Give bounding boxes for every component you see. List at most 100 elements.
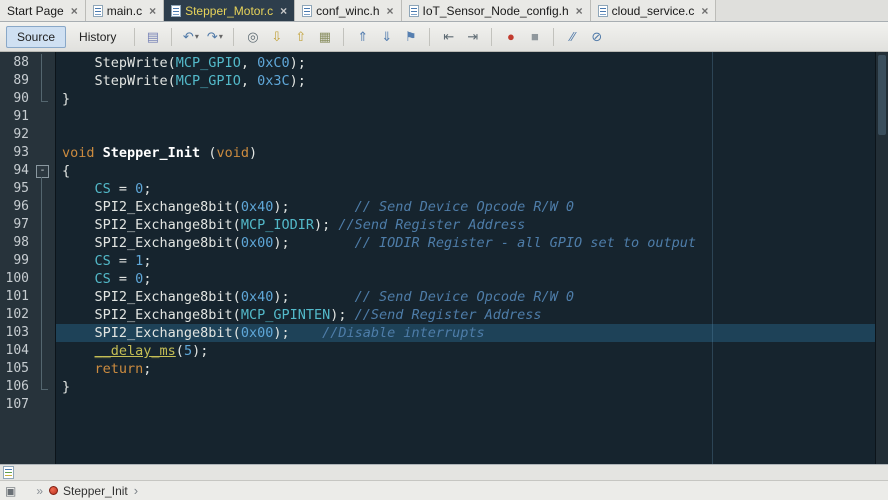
close-icon[interactable]: × (71, 5, 78, 17)
line-number[interactable]: 94 (0, 162, 34, 180)
line-number[interactable]: 102 (0, 306, 34, 324)
dropdown-arrow-icon[interactable]: ▾ (195, 32, 199, 41)
dropdown-arrow-icon[interactable]: ▾ (219, 32, 223, 41)
tab-cloud_service-c[interactable]: cloud_service.c × (591, 0, 717, 21)
uncomment-icon[interactable]: ⊘ (586, 26, 607, 47)
fold-line-icon (34, 234, 56, 252)
code-text: return; (56, 360, 875, 378)
code-line-95[interactable]: 95 CS = 0; (0, 180, 875, 198)
line-number[interactable]: 89 (0, 72, 34, 90)
breadcrumb-collapse-icon[interactable]: » (36, 484, 43, 498)
line-number[interactable]: 100 (0, 270, 34, 288)
code-line-98[interactable]: 98 SPI2_Exchange8bit(0x00); // IODIR Reg… (0, 234, 875, 252)
toolbar-separator (134, 28, 135, 46)
line-number[interactable]: 97 (0, 216, 34, 234)
code-line-88[interactable]: 88 StepWrite(MCP_GPIO, 0xC0); (0, 54, 875, 72)
close-icon[interactable]: × (280, 5, 287, 17)
line-number[interactable]: 91 (0, 108, 34, 126)
code-text: CS = 0; (56, 270, 875, 288)
code-line-93[interactable]: 93void Stepper_Init (void) (0, 144, 875, 162)
line-number[interactable]: 101 (0, 288, 34, 306)
horizontal-scrollbar[interactable] (0, 464, 888, 480)
toggle-bookmark-icon[interactable]: ⚑ (400, 26, 421, 47)
close-icon[interactable]: × (387, 5, 394, 17)
find-previous-occurrence-icon[interactable]: ⇧ (290, 26, 311, 47)
line-number[interactable]: 103 (0, 324, 34, 342)
scrollbar-thumb[interactable] (878, 55, 886, 135)
line-number[interactable]: 106 (0, 378, 34, 396)
shift-left-icon[interactable]: ⇤ (438, 26, 459, 47)
tab-iot_sensor_node_config-h[interactable]: IoT_Sensor_Node_config.h × (402, 0, 591, 21)
code-line-105[interactable]: 105 return; (0, 360, 875, 378)
code-line-96[interactable]: 96 SPI2_Exchange8bit(0x40); // Send Devi… (0, 198, 875, 216)
vertical-scrollbar[interactable] (875, 52, 888, 464)
tab-stepper_motor-c[interactable]: Stepper_Motor.c × (164, 0, 295, 21)
line-number[interactable]: 98 (0, 234, 34, 252)
breadcrumb-item[interactable]: Stepper_Init (49, 484, 128, 498)
code-line-104[interactable]: 104 __delay_ms(5); (0, 342, 875, 360)
find-selection-icon[interactable]: ◎ (242, 26, 263, 47)
stop-macro-recording-icon[interactable]: ■ (524, 26, 545, 47)
code-line-89[interactable]: 89 StepWrite(MCP_GPIO, 0x3C); (0, 72, 875, 90)
history-view-button[interactable]: History (68, 26, 127, 48)
code-text: __delay_ms(5); (56, 342, 875, 360)
code-line-94[interactable]: 94 { (0, 162, 875, 180)
line-number[interactable]: 95 (0, 180, 34, 198)
toggle-highlight-search-icon[interactable]: ▦ (314, 26, 335, 47)
source-view-button[interactable]: Source (6, 26, 66, 48)
fold-line-icon (34, 252, 56, 270)
code-line-102[interactable]: 102 SPI2_Exchange8bit(MCP_GPINTEN); //Se… (0, 306, 875, 324)
line-number[interactable]: 105 (0, 360, 34, 378)
code-line-99[interactable]: 99 CS = 1; (0, 252, 875, 270)
last-edit-location-icon[interactable]: ▤ (142, 26, 163, 47)
fold-box-icon[interactable] (34, 162, 56, 180)
tab-label: Stepper_Motor.c (185, 4, 273, 18)
close-icon[interactable]: × (576, 5, 583, 17)
code-text: { (56, 162, 875, 180)
start-macro-recording-icon[interactable]: ● (500, 26, 521, 47)
tab-label: IoT_Sensor_Node_config.h (423, 4, 569, 18)
code-line-101[interactable]: 101 SPI2_Exchange8bit(0x40); // Send Dev… (0, 288, 875, 306)
tab-start-page[interactable]: Start Page× (0, 0, 86, 21)
code-line-97[interactable]: 97 SPI2_Exchange8bit(MCP_IODIR); //Send … (0, 216, 875, 234)
line-number[interactable]: 88 (0, 54, 34, 72)
find-next-occurrence-icon[interactable]: ⇩ (266, 26, 287, 47)
code-text: SPI2_Exchange8bit(MCP_IODIR); //Send Reg… (56, 216, 875, 234)
code-line-107[interactable]: 107 (0, 396, 875, 414)
code-line-103[interactable]: 103 SPI2_Exchange8bit(0x00); //Disable i… (0, 324, 875, 342)
ide-window: Start Page×main.c×Stepper_Motor.c×conf_w… (0, 0, 888, 500)
code-line-106[interactable]: 106} (0, 378, 875, 396)
breadcrumb: ▣ » Stepper_Init › (0, 480, 888, 500)
tab-conf_winc-h[interactable]: conf_winc.h× (295, 0, 401, 21)
tab-label: cloud_service.c (612, 4, 695, 18)
code-line-91[interactable]: 91 (0, 108, 875, 126)
code-line-92[interactable]: 92 (0, 126, 875, 144)
previous-bookmark-icon[interactable]: ⇑ (352, 26, 373, 47)
next-bookmark-icon[interactable]: ⇓ (376, 26, 397, 47)
line-number[interactable]: 90 (0, 90, 34, 108)
back-icon[interactable]: ↶▾ (180, 26, 201, 47)
tab-main-c[interactable]: main.c× (86, 0, 164, 21)
breadcrumb-label: Stepper_Init (63, 484, 128, 498)
code-text: StepWrite(MCP_GPIO, 0xC0); (56, 54, 875, 72)
line-number[interactable]: 107 (0, 396, 34, 414)
shift-right-icon[interactable]: ⇥ (462, 26, 483, 47)
fold-margin (34, 126, 56, 144)
line-number[interactable]: 93 (0, 144, 34, 162)
close-icon[interactable]: × (701, 5, 708, 17)
code-line-100[interactable]: 100 CS = 0; (0, 270, 875, 288)
line-number[interactable]: 96 (0, 198, 34, 216)
source-file-icon (171, 5, 181, 17)
comment-icon[interactable]: ∕∕ (562, 26, 583, 47)
code-text: CS = 0; (56, 180, 875, 198)
close-icon[interactable]: × (149, 5, 156, 17)
forward-icon[interactable]: ↷▾ (204, 26, 225, 47)
line-number[interactable]: 104 (0, 342, 34, 360)
code-line-90[interactable]: 90} (0, 90, 875, 108)
line-number[interactable]: 99 (0, 252, 34, 270)
code-editor[interactable]: 88 StepWrite(MCP_GPIO, 0xC0);89 StepWrit… (0, 52, 888, 464)
code-text (56, 108, 875, 126)
breadcrumb-panel-icon[interactable]: ▣ (5, 484, 16, 498)
code-text: SPI2_Exchange8bit(0x40); // Send Device … (56, 198, 875, 216)
line-number[interactable]: 92 (0, 126, 34, 144)
